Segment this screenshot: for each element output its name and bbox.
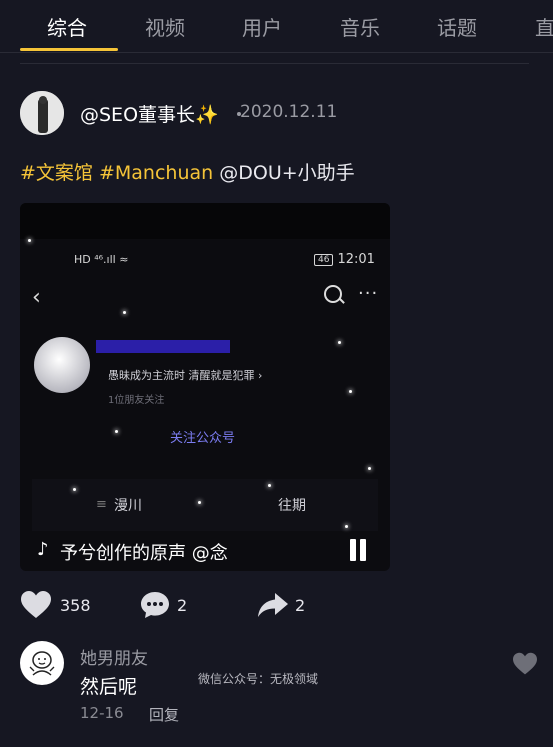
account-menu: ≡ 漫川 往期 <box>32 479 378 531</box>
comment-button[interactable] <box>140 590 170 620</box>
tab-users[interactable]: 用户 <box>242 12 282 41</box>
comment-date: 12-16 <box>80 704 124 722</box>
divider <box>20 63 529 64</box>
hashtag-link[interactable]: #Manchuan <box>99 162 213 184</box>
author-avatar[interactable] <box>20 91 64 135</box>
comment-text: 然后呢 <box>80 676 138 698</box>
sparkle <box>349 390 352 393</box>
profile-avatar <box>34 337 90 393</box>
sparkle <box>368 467 371 470</box>
phone-status-icons: HD ⁴⁶.ıll ≈ <box>74 253 129 266</box>
author-username[interactable]: @SEO董事长✨ <box>80 100 219 127</box>
video-letterbox <box>20 203 390 239</box>
more-icon: ··· <box>358 283 379 304</box>
sparkle <box>123 311 126 314</box>
phone-status-right: 46 12:01 <box>314 252 375 267</box>
tab-comprehensive[interactable]: 综合 <box>47 12 87 41</box>
sparkle <box>28 239 31 242</box>
search-result-tabs: 综合 视频 用户 音乐 话题 直 <box>0 0 553 53</box>
battery-icon: 46 <box>314 253 334 266</box>
share-button[interactable] <box>257 590 289 620</box>
heart-icon <box>21 591 51 618</box>
active-tab-indicator <box>20 48 118 51</box>
sparkle <box>198 501 201 504</box>
commenter-avatar[interactable] <box>20 641 64 685</box>
mention-link[interactable]: @DOU+小助手 <box>219 162 354 184</box>
watermark: 微信公众号：无极领域 <box>198 672 319 686</box>
tab-live[interactable]: 直 <box>535 12 553 41</box>
pause-icon[interactable] <box>347 539 369 561</box>
music-title[interactable]: 予兮创作的原声 @念 <box>60 539 228 565</box>
friends-following: 1位朋友关注 <box>108 395 165 406</box>
commenter-name[interactable]: 她男朋友 <box>80 644 148 669</box>
comment-count: 2 <box>177 596 188 615</box>
reply-button[interactable]: 回复 <box>149 704 179 725</box>
sparkle <box>338 341 341 344</box>
hashtag-link[interactable]: #文案馆 <box>20 162 93 184</box>
back-icon: ‹ <box>32 285 41 310</box>
post-caption: #文案馆 #Manchuan @DOU+小助手 <box>20 158 355 185</box>
share-count: 2 <box>295 596 306 615</box>
tab-video[interactable]: 视频 <box>145 12 185 41</box>
comment-like-button[interactable] <box>512 652 538 680</box>
music-bar[interactable]: ♪ 予兮创作的原声 @念 <box>20 533 390 571</box>
follow-account-button: 关注公众号 <box>170 431 236 446</box>
music-note-icon: ♪ <box>37 539 49 560</box>
search-icon <box>324 285 342 303</box>
sparkle <box>268 484 271 487</box>
sparkle <box>345 525 348 528</box>
menu-icon: ≡ <box>96 497 107 512</box>
tab-topics[interactable]: 话题 <box>437 12 477 41</box>
like-count: 358 <box>60 596 91 615</box>
post-date: 2020.12.11 <box>240 102 338 122</box>
video-player[interactable]: HD ⁴⁶.ıll ≈ 46 12:01 ‹ ··· 愚昧成为主流时 清醒就是犯罪… <box>20 203 390 571</box>
comment-icon <box>141 592 169 618</box>
menu-item-manchuan: 漫川 <box>114 498 142 514</box>
sparkle <box>73 488 76 491</box>
like-button[interactable] <box>20 590 52 620</box>
tab-music[interactable]: 音乐 <box>340 12 380 41</box>
sparkle <box>115 430 118 433</box>
menu-item-past: 往期 <box>278 498 306 514</box>
heart-icon <box>513 652 537 675</box>
redacted-name-bar <box>96 340 230 353</box>
phone-time: 12:01 <box>337 252 375 267</box>
share-icon <box>258 593 288 617</box>
profile-signature: 愚昧成为主流时 清醒就是犯罪 › <box>108 369 263 382</box>
